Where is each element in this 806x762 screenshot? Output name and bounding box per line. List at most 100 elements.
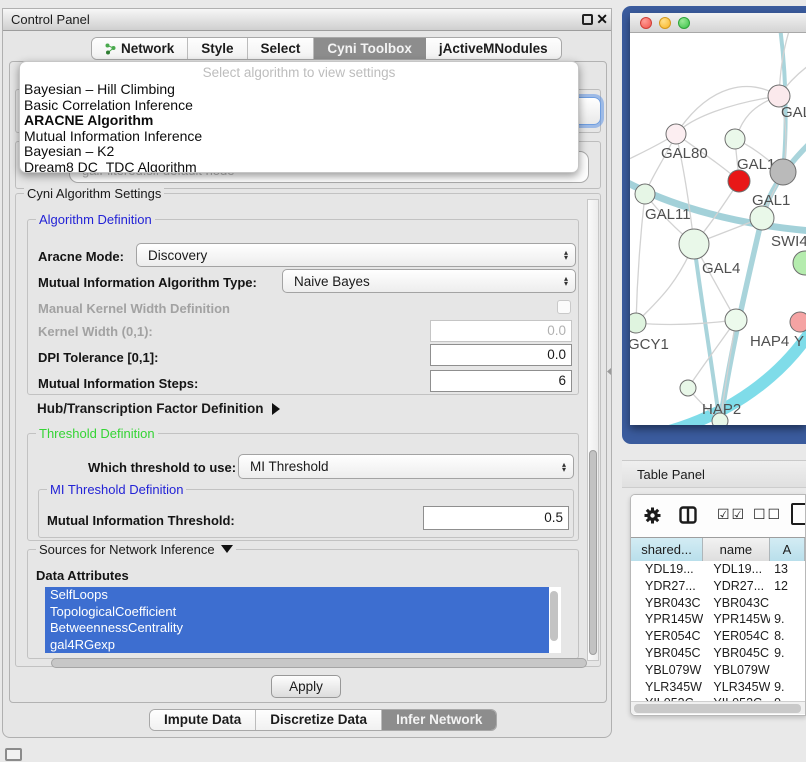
network-window-frame: GALGAL80GAL10GAL1GAL11SWI4GAL4GCY1HAP4YH… <box>622 6 806 444</box>
dpi-tolerance-label: DPI Tolerance [0,1]: <box>38 350 158 365</box>
algorithm-option-bayesian-hill-climbing[interactable]: Bayesian – Hill Climbing <box>20 82 578 98</box>
tab-cyni-toolbox[interactable]: Cyni Toolbox <box>314 38 426 59</box>
mi-threshold-group: MI Threshold Definition Mutual Informati… <box>38 489 574 538</box>
aracne-mode-combobox[interactable]: Discovery ▴▾ <box>136 243 576 267</box>
close-icon[interactable]: ✕ <box>596 11 608 28</box>
node-label-gal80: GAL80 <box>661 145 708 162</box>
algorithm-dropdown-popup: Select algorithm to view settings Bayesi… <box>19 61 579 173</box>
algorithm-option-dream8-dc-tdc-algorithm[interactable]: Dream8 DC_TDC Algorithm <box>20 160 578 173</box>
tab-impute-data[interactable]: Impute Data <box>150 710 256 730</box>
table-cell: YPR145W <box>631 611 703 628</box>
attributes-scrollbar[interactable] <box>549 589 559 651</box>
expander-right-icon <box>272 403 280 415</box>
network-edge[interactable] <box>676 87 779 134</box>
table-row[interactable]: YDL19...YDL19...13 <box>631 561 805 578</box>
algorithm-option-mutual-information-inference[interactable]: Mutual Information Inference <box>20 129 578 145</box>
mi-threshold-field[interactable]: 0.5 <box>423 506 569 530</box>
hub-definition-expander[interactable]: Hub/Transcription Factor Definition <box>37 401 280 416</box>
mi-type-combobox[interactable]: Naive Bayes ▴▾ <box>282 269 576 293</box>
table-row[interactable]: YBR045CYBR045C9. <box>631 645 805 662</box>
data-attributes-label: Data Attributes <box>36 568 129 583</box>
sources-group-title[interactable]: Sources for Network Inference <box>36 542 236 557</box>
mi-steps-label: Mutual Information Steps: <box>38 376 198 391</box>
table-cell: YDL19... <box>703 561 770 578</box>
which-threshold-combobox[interactable]: MI Threshold ▴▾ <box>238 454 574 479</box>
network-node-y[interactable] <box>790 312 806 332</box>
network-canvas[interactable]: GALGAL80GAL10GAL1GAL11SWI4GAL4GCY1HAP4YH… <box>630 33 806 425</box>
float-window-icon[interactable] <box>582 14 593 25</box>
table-row[interactable]: YER054CYER054C8. <box>631 628 805 645</box>
select-all-checkboxes-icon[interactable]: ☑☑ <box>717 506 746 523</box>
apply-button[interactable]: Apply <box>271 675 341 698</box>
restore-panel-icon[interactable] <box>5 748 22 761</box>
table-row[interactable]: YDR27...YDR27...12 <box>631 578 805 595</box>
table-cell: YBR045C <box>631 645 703 662</box>
table-cell: YDR27... <box>631 578 703 595</box>
tab-select[interactable]: Select <box>248 38 315 59</box>
mi-steps-field[interactable]: 6 <box>430 370 572 392</box>
table-row[interactable]: YBL079WYBL079W <box>631 662 805 679</box>
network-node-gal1[interactable] <box>728 170 750 192</box>
network-node-gcy1[interactable] <box>630 313 646 333</box>
minimize-traffic-light-icon[interactable] <box>659 17 671 29</box>
network-window-titlebar[interactable] <box>630 13 806 33</box>
network-node-hap2[interactable] <box>680 380 696 396</box>
table-hscrollbar[interactable] <box>631 701 806 714</box>
settings-scrollbar[interactable] <box>587 199 599 661</box>
network-node-gal11[interactable] <box>635 184 655 204</box>
table-row[interactable]: YLR345WYLR345W9. <box>631 679 805 696</box>
manual-kernel-checkbox[interactable] <box>557 300 571 314</box>
threshold-definition-title: Threshold Definition <box>36 426 158 441</box>
network-node-gal80[interactable] <box>666 124 686 144</box>
algorithm-option-aracne-algorithm[interactable]: ARACNE Algorithm <box>20 113 578 129</box>
document-icon[interactable] <box>791 503 806 525</box>
network-icon <box>105 43 116 55</box>
network-node-swi4[interactable] <box>750 206 774 230</box>
network-node[interactable] <box>793 251 806 275</box>
tab-jactivemnodules[interactable]: jActiveMNodules <box>426 38 561 59</box>
network-edge[interactable] <box>636 320 736 324</box>
table-hscrollbar-thumb[interactable] <box>634 704 801 713</box>
data-attributes-list[interactable]: SelfLoopsTopologicalCoefficientBetweenne… <box>45 587 561 653</box>
network-node[interactable] <box>770 159 796 185</box>
kernel-width-field[interactable]: 0.0 <box>430 320 572 342</box>
column-header-name[interactable]: name <box>703 538 770 561</box>
combo-stepper-icon: ▴▾ <box>564 250 568 260</box>
table-panel-bar: Table Panel <box>622 460 806 488</box>
attribute-item-topologicalcoefficient[interactable]: TopologicalCoefficient <box>45 604 549 621</box>
tab-network[interactable]: Network <box>92 38 188 59</box>
gear-icon[interactable] <box>643 506 662 530</box>
attributes-scrollbar-thumb[interactable] <box>550 591 558 641</box>
network-node-hap4[interactable] <box>725 309 747 331</box>
table-cell: YBR043C <box>631 595 703 612</box>
tab-discretize-data[interactable]: Discretize Data <box>256 710 382 730</box>
column-header-shared[interactable]: shared... <box>631 538 703 561</box>
network-edge[interactable] <box>636 194 645 323</box>
column-header-a[interactable]: A <box>770 538 805 561</box>
table-row[interactable]: YPR145WYPR145W9. <box>631 611 805 628</box>
zoom-traffic-light-icon[interactable] <box>678 17 690 29</box>
table-cell <box>770 595 805 612</box>
threshold-definition-group: Threshold Definition Which threshold to … <box>27 433 579 541</box>
deselect-all-checkboxes-icon[interactable]: ☐☐ <box>753 506 782 523</box>
tab-style[interactable]: Style <box>188 38 247 59</box>
kernel-width-label: Kernel Width (0,1): <box>38 324 153 339</box>
table-row[interactable]: YBR043CYBR043C <box>631 595 805 612</box>
network-node-gal4[interactable] <box>679 229 709 259</box>
settings-hscrollbar-thumb[interactable] <box>51 658 587 668</box>
tab-label: Cyni Toolbox <box>327 41 412 56</box>
attribute-item-gal4rgexp[interactable]: gal4RGexp <box>45 637 549 654</box>
algorithm-definition-group: Algorithm Definition Aracne Mode: Discov… <box>27 219 579 395</box>
close-traffic-light-icon[interactable] <box>640 17 652 29</box>
algorithm-option-basic-correlation-inference[interactable]: Basic Correlation Inference <box>20 98 578 114</box>
attribute-item-selfloops[interactable]: SelfLoops <box>45 587 549 604</box>
network-node-gal10[interactable] <box>725 129 745 149</box>
attribute-item-betweennesscentrality[interactable]: BetweennessCentrality <box>45 620 549 637</box>
tab-infer-network[interactable]: Infer Network <box>382 710 496 730</box>
dpi-tolerance-field[interactable]: 0.0 <box>430 344 572 366</box>
settings-scrollbar-thumb[interactable] <box>589 450 597 655</box>
algorithm-option-bayesian-k2[interactable]: Bayesian – K2 <box>20 144 578 160</box>
columns-icon[interactable] <box>679 506 697 529</box>
control-panel: Control Panel ✕ NetworkStyleSelectCyni T… <box>2 8 612 738</box>
network-node[interactable] <box>712 413 728 425</box>
